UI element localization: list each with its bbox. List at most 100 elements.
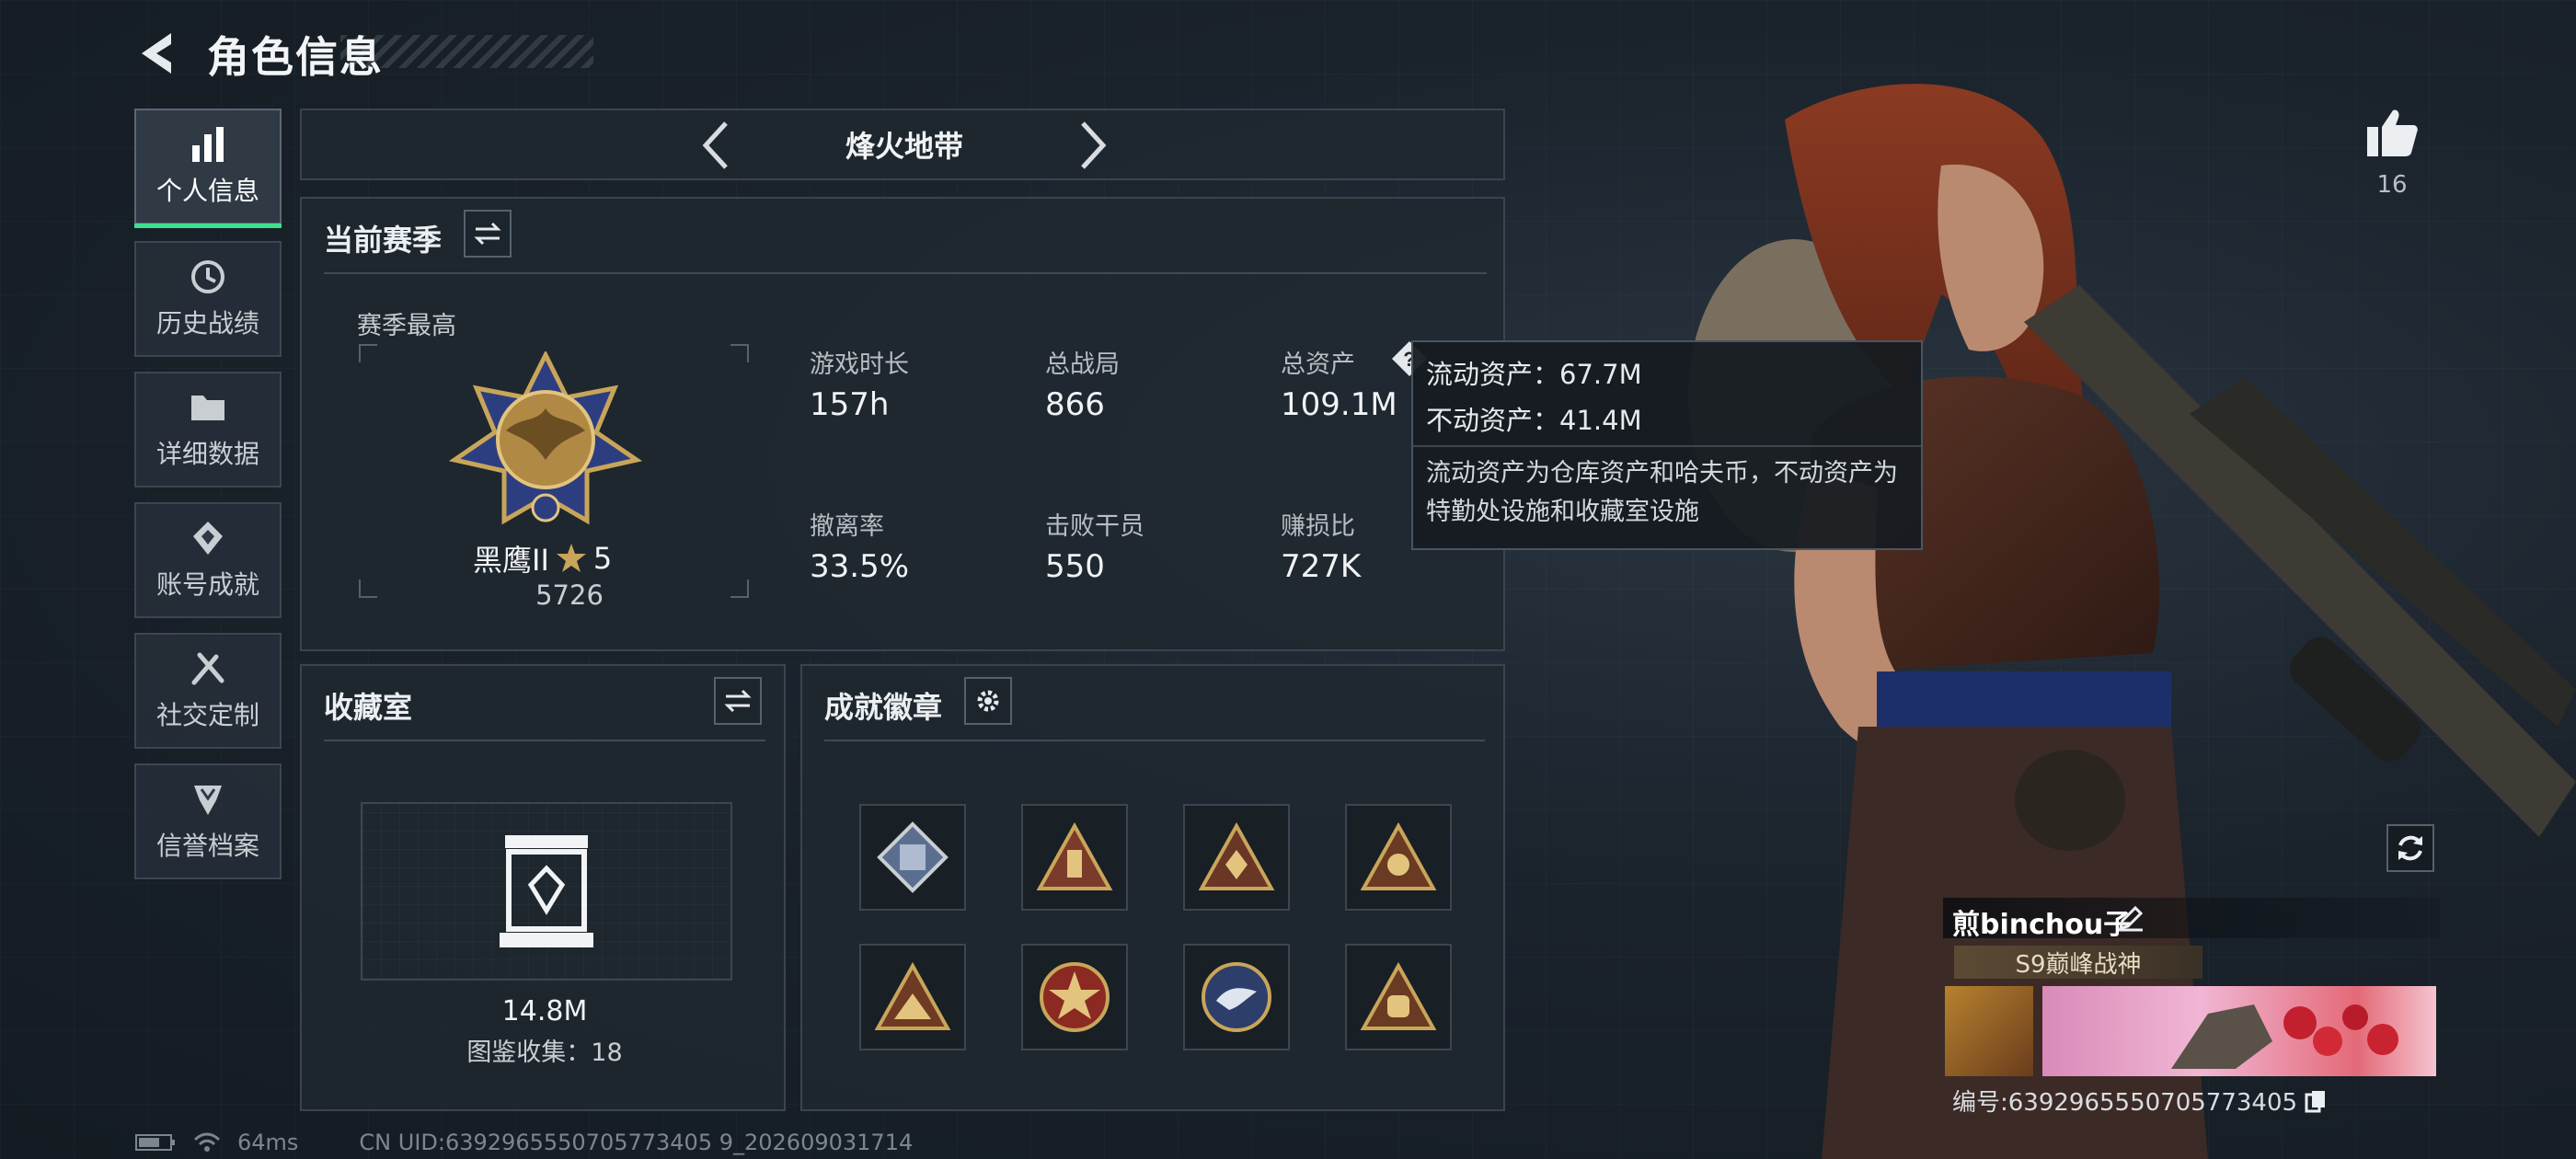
sidebar-item-label: 信誉档案	[155, 831, 259, 861]
frame-corner	[730, 580, 749, 598]
sidebar-item-social[interactable]: 社交定制	[134, 633, 282, 749]
divider	[324, 272, 1487, 274]
season-title: 当前赛季	[324, 223, 443, 258]
badge-slot[interactable]	[859, 944, 966, 1050]
like-button[interactable]	[2361, 101, 2423, 164]
gear-icon	[977, 690, 999, 712]
title-badge: S9巅峰战神	[1954, 946, 2202, 979]
sidebar-item-label: 社交定制	[155, 700, 259, 730]
chevron-right-icon	[1081, 121, 1107, 169]
season-panel: 当前赛季 赛季最高 黑鹰II 5 5726 游戏时长 157h 总战局 866 …	[300, 197, 1505, 651]
collection-showcase[interactable]	[361, 802, 732, 981]
banner-art	[2171, 1004, 2398, 1069]
badge-slot[interactable]	[1345, 944, 1452, 1050]
tooltip-fixed: 不动资产：41.4M	[1426, 405, 1642, 436]
wifi-icon	[193, 1132, 221, 1152]
rank-points: 5726	[535, 580, 604, 611]
stat-label-extract-rate: 撤离率	[810, 512, 884, 541]
collection-catalog: 图鉴收集：18	[466, 1039, 623, 1067]
player-name: 煎binchou子	[1952, 909, 2132, 941]
rank-line: 黑鹰II 5	[473, 537, 612, 580]
star-medal-badge-icon	[1040, 962, 1110, 1032]
swap-icon	[474, 222, 501, 246]
frame-corner	[359, 580, 377, 598]
back-arrow-icon	[142, 33, 171, 74]
stat-label-playtime: 游戏时长	[810, 350, 909, 379]
collection-switch-button[interactable]	[714, 677, 762, 725]
rank-emblem-icon	[449, 351, 642, 525]
divider	[324, 740, 765, 741]
sidebar-item-achievements[interactable]: 账号成就	[134, 502, 282, 618]
frame-corner	[359, 344, 377, 362]
hand-triangle-badge-icon	[1036, 822, 1113, 890]
divider	[824, 740, 1485, 741]
diamond-badge-icon	[877, 821, 949, 893]
fist-triangle-badge-icon	[1360, 962, 1437, 1030]
assets-tooltip: 流动资产：67.7M 不动资产：41.4M 流动资产为仓库资产和哈夫币，不动资产…	[1411, 340, 1923, 550]
tooltip-description: 流动资产为仓库资产和哈夫币，不动资产为特勤处设施和收藏室设施	[1426, 459, 1898, 526]
status-bar: 64ms CN UID:6392965550705773405 9_202609…	[134, 1130, 913, 1155]
sidebar-item-profile[interactable]: 个人信息	[134, 109, 282, 228]
stat-label-profit-ratio: 赚损比	[1281, 512, 1355, 541]
badges-panel: 成就徽章	[800, 664, 1505, 1111]
stat-value-kills: 550	[1045, 548, 1105, 585]
player-id-row: 编号:6392965550705773405	[1952, 1084, 2327, 1118]
stat-value-profit-ratio: 727K	[1281, 548, 1362, 585]
badge-slot[interactable]	[1021, 944, 1128, 1050]
tooltip-liquid: 流动资产：67.7M	[1426, 359, 1642, 390]
rank-name: 黑鹰II	[473, 543, 549, 578]
achievement-icon	[193, 522, 223, 555]
sidebar-item-label: 账号成就	[155, 569, 259, 600]
refresh-button[interactable]	[2386, 824, 2434, 872]
avatar[interactable]	[1945, 986, 2033, 1076]
eagle-badge-icon	[1202, 962, 1271, 1032]
stat-value-matches: 866	[1045, 386, 1105, 423]
ping-value: 64ms	[237, 1130, 299, 1155]
like-count: 16	[2376, 171, 2408, 199]
battery-icon	[135, 1134, 175, 1151]
badges-settings-button[interactable]	[964, 677, 1012, 725]
bar-chart-icon	[192, 127, 224, 162]
badge-slot[interactable]	[1183, 804, 1290, 911]
mountain-triangle-badge-icon	[874, 962, 951, 1030]
badge-slot[interactable]	[859, 804, 966, 911]
edit-name-button[interactable]	[2114, 901, 2147, 935]
frame-corner	[730, 344, 749, 362]
season-switch-button[interactable]	[464, 210, 512, 258]
player-id: 编号:6392965550705773405	[1952, 1089, 2298, 1117]
rank-stars: 5	[592, 541, 613, 576]
profile-card: 煎binchou子 S9巅峰战神 编号:6392965550705773405	[1943, 898, 2440, 1119]
collection-value: 14.8M	[501, 995, 588, 1027]
stat-label-kills: 击败干员	[1045, 512, 1144, 541]
shield-rank-icon	[194, 786, 222, 815]
tools-icon	[191, 652, 224, 685]
thumbs-up-icon	[2367, 109, 2418, 156]
diamond-triangle-badge-icon	[1198, 822, 1275, 890]
badge-slot[interactable]	[1183, 944, 1290, 1050]
stat-value-playtime: 157h	[810, 386, 890, 423]
player-banner[interactable]	[2042, 986, 2436, 1076]
stat-label-matches: 总战局	[1045, 350, 1120, 379]
back-button[interactable]	[129, 26, 184, 81]
badge-slot[interactable]	[1021, 804, 1128, 911]
refresh-icon	[2398, 835, 2422, 861]
uid-text: CN UID:6392965550705773405 9_20260903171…	[359, 1130, 914, 1155]
divider	[1413, 445, 1921, 447]
prev-mode-button[interactable]	[688, 120, 743, 171]
sidebar-item-reputation[interactable]: 信誉档案	[134, 763, 282, 879]
sidebar-item-label: 详细数据	[155, 439, 259, 469]
badges-title: 成就徽章	[824, 690, 943, 725]
display-case-icon	[500, 835, 593, 947]
sidebar-item-history[interactable]: 历史战绩	[134, 241, 282, 357]
pencil-icon	[2118, 905, 2144, 932]
sidebar-item-label: 个人信息	[155, 176, 259, 206]
chevron-left-icon	[702, 121, 728, 169]
badge-slot[interactable]	[1345, 804, 1452, 911]
next-mode-button[interactable]	[1065, 120, 1121, 171]
sidebar-item-details[interactable]: 详细数据	[134, 372, 282, 488]
swap-icon	[724, 689, 752, 713]
stat-value-assets: 109.1M	[1281, 386, 1397, 423]
copy-icon[interactable]	[2305, 1089, 2327, 1113]
stat-label-assets: 总资产	[1281, 350, 1355, 379]
mode-label: 烽火地带	[845, 129, 963, 164]
